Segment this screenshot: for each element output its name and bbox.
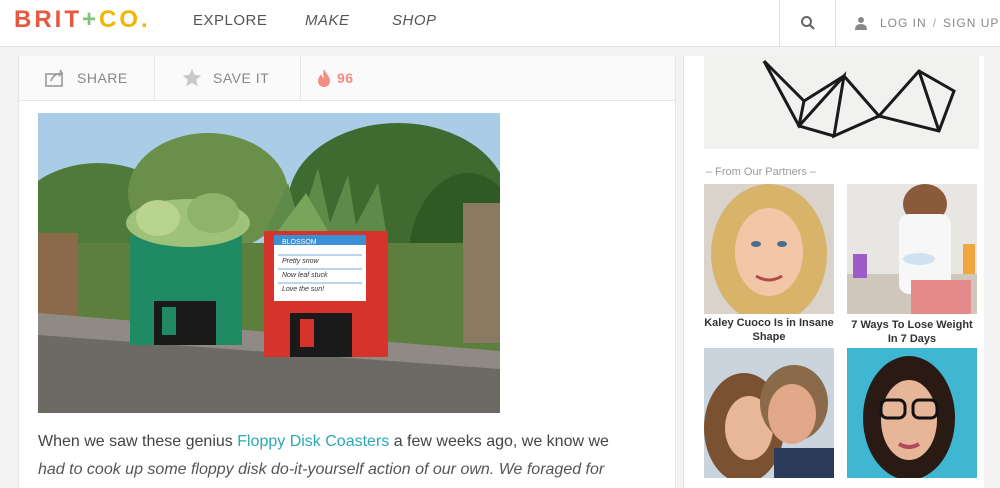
star-icon	[182, 68, 202, 87]
search-button[interactable]	[779, 0, 835, 46]
disk-label-title: BLOSSOM	[282, 239, 317, 246]
floppy-disk-coasters-link[interactable]: Floppy Disk Coasters	[237, 433, 389, 450]
disk-label-line-3: Love the sun!	[282, 286, 324, 293]
nav-make[interactable]: MAKE	[305, 12, 350, 29]
lose-weight-image	[847, 184, 977, 314]
glasses-woman-image	[847, 348, 977, 478]
article-photo: BLOSSOM Pretty snow Now leaf stuck Love …	[38, 113, 500, 413]
fire-count-value: 96	[337, 70, 354, 86]
user-icon	[855, 17, 867, 30]
sidebar: – From Our Partners – Kaley Cuoco Is in …	[683, 56, 984, 488]
partner-tile-couple[interactable]	[704, 348, 834, 478]
logo-plus: +	[82, 6, 100, 33]
signup-link[interactable]: SIGN UP	[943, 16, 999, 30]
share-icon	[45, 69, 64, 87]
logo-brit: BRIT	[14, 6, 82, 33]
disk-label-line-2: Now leaf stuck	[282, 272, 328, 279]
save-label: SAVE IT	[213, 70, 270, 86]
top-navigation-bar: BRIT+CO. EXPLORE MAKE SHOP LOG IN / SIGN…	[0, 0, 1000, 47]
flame-icon	[318, 69, 330, 87]
from-our-partners-label: – From Our Partners –	[706, 166, 817, 178]
partner-caption-kaley[interactable]: Kaley Cuoco Is in Insane Shape	[704, 316, 834, 344]
geometric-heart-art-image[interactable]	[704, 56, 979, 149]
body-text-before: When we saw these genius	[38, 433, 238, 450]
kaley-cuoco-image	[704, 184, 834, 314]
logo-co: CO.	[99, 6, 151, 33]
disk-label-line-1: Pretty snow	[282, 258, 320, 265]
article-body: When we saw these genius Floppy Disk Coa…	[38, 428, 638, 484]
save-button[interactable]: SAVE IT	[155, 56, 301, 100]
share-button[interactable]: SHARE	[19, 56, 155, 100]
floppy-planters-photo: BLOSSOM Pretty snow Now leaf stuck Love …	[38, 113, 500, 413]
geometric-heart-art	[762, 59, 956, 139]
nav-explore[interactable]: EXPLORE	[193, 12, 267, 29]
couple-image	[704, 348, 834, 478]
partner-tile-lose-weight[interactable]	[847, 184, 977, 314]
body-text-after: a few weeks ago, we know we	[389, 433, 609, 450]
partner-caption-lose-weight[interactable]: 7 Ways To Lose Weight In 7 Days	[847, 318, 977, 346]
share-bar: SHARE SAVE IT 96	[19, 56, 675, 101]
fire-count: 96	[301, 56, 354, 100]
account-area: LOG IN / SIGN UP	[835, 0, 1000, 46]
partner-tile-kaley-cuoco[interactable]	[704, 184, 834, 314]
login-link[interactable]: LOG IN	[880, 16, 927, 30]
share-label: SHARE	[77, 70, 128, 86]
search-icon	[800, 16, 815, 30]
partner-tile-glasses[interactable]	[847, 348, 977, 478]
nav-shop[interactable]: SHOP	[392, 12, 437, 29]
brit-co-logo[interactable]: BRIT+CO.	[14, 6, 151, 34]
auth-separator: /	[932, 16, 938, 30]
body-text-line-2: had to cook up some floppy disk do-it-yo…	[38, 461, 605, 478]
